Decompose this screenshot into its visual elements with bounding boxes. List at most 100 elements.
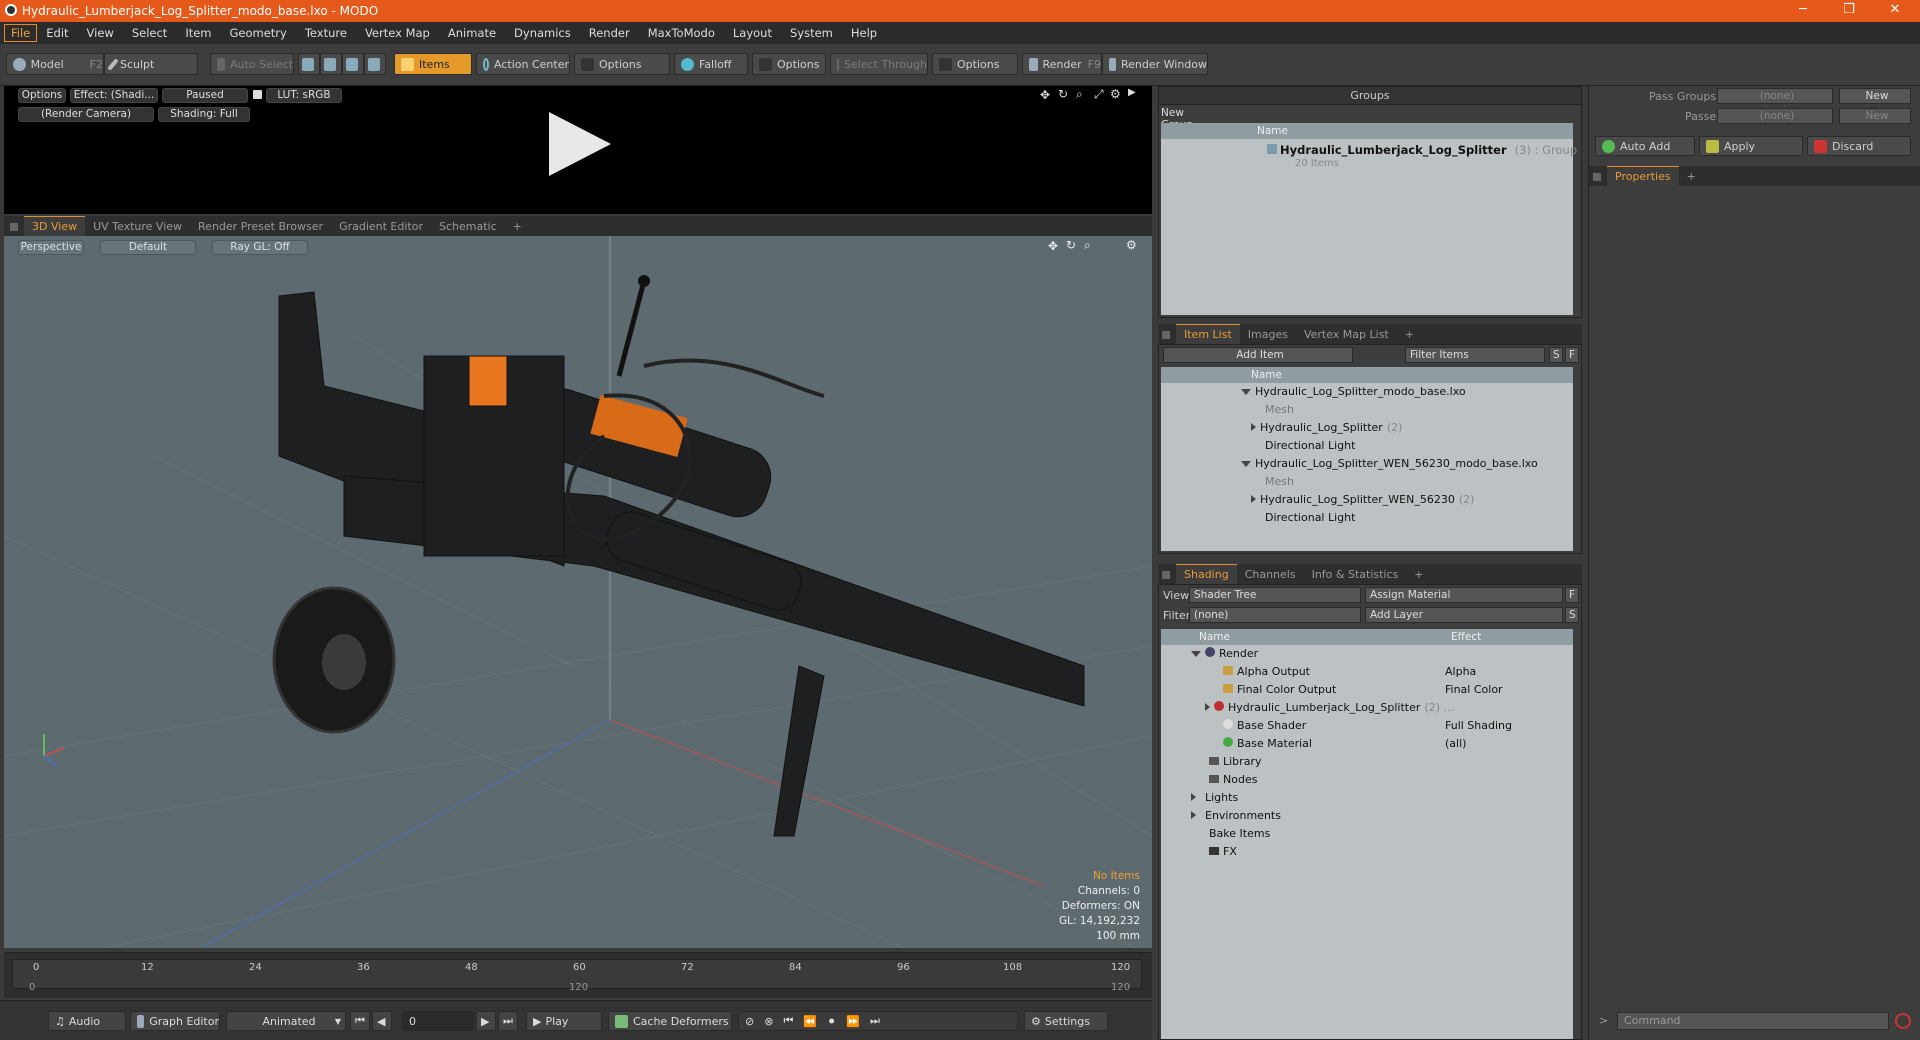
next-frame-button[interactable]: ▶	[476, 1011, 496, 1031]
tab-render-preset-browser[interactable]: Render Preset Browser	[190, 217, 331, 236]
timeline[interactable]: 0 12 24 36 48 60 72 84 96 108 120 0 120 …	[4, 952, 1152, 998]
auto-add-button[interactable]: Auto Add	[1595, 136, 1695, 156]
tab-channels[interactable]: Channels	[1237, 565, 1304, 584]
rotate-icon[interactable]: ↻	[1066, 238, 1076, 252]
view-dropdown[interactable]: Shader Tree	[1189, 587, 1361, 603]
perspective-dropdown[interactable]: Perspective	[18, 240, 84, 255]
passes-dropdown[interactable]: (none)	[1717, 108, 1833, 124]
tab-vertex-map-list[interactable]: Vertex Map List	[1296, 325, 1397, 344]
select-through-button[interactable]: Select Through	[830, 53, 928, 75]
menu-file[interactable]: File	[4, 24, 38, 42]
item-list[interactable]: Name Hydraulic_Log_Splitter_modo_base.lx…	[1161, 367, 1573, 551]
stop-icon[interactable]	[1895, 1013, 1911, 1029]
shader-row[interactable]: Final Color Output	[1223, 681, 1336, 699]
list-item[interactable]: Directional Light	[1265, 437, 1355, 455]
prev-frame-button[interactable]: ◀	[372, 1011, 392, 1031]
new-pass-group-button[interactable]: New	[1839, 88, 1911, 104]
model-button[interactable]: Model F2	[6, 53, 104, 75]
play-button[interactable]: ▶ Play	[526, 1011, 602, 1031]
menu-edit[interactable]: Edit	[37, 26, 77, 40]
play-icon[interactable]	[549, 112, 611, 176]
assign-material-dropdown[interactable]: Assign Material	[1365, 587, 1563, 603]
shader-row[interactable]: Lights	[1191, 789, 1238, 807]
list-item[interactable]: Mesh	[1265, 401, 1294, 419]
graph-editor-button[interactable]: Graph Editor	[130, 1011, 220, 1031]
list-item[interactable]: Mesh	[1265, 473, 1294, 491]
shader-tree[interactable]: Name Effect Render Alpha Output Final Col…	[1161, 629, 1573, 1039]
add-layer-dropdown[interactable]: Add Layer	[1365, 607, 1563, 623]
shader-row[interactable]: Base Shader	[1223, 717, 1306, 735]
tab-add[interactable]: +	[505, 217, 530, 236]
menu-animate[interactable]: Animate	[439, 26, 505, 40]
tab-add[interactable]: +	[1406, 565, 1431, 584]
menu-item[interactable]: Item	[176, 26, 220, 40]
shader-row[interactable]: Nodes	[1209, 771, 1257, 789]
go-end-button[interactable]: ⏭	[498, 1011, 518, 1031]
menu-system[interactable]: System	[781, 26, 842, 40]
raygl-dropdown[interactable]: Ray GL: Off	[212, 240, 308, 255]
select-options-button[interactable]: Options	[932, 53, 1018, 75]
preview-effect-dropdown[interactable]: Effect: (Shadi...	[70, 88, 158, 103]
panel-menu-icon[interactable]	[1162, 331, 1170, 339]
restore-icon[interactable]: ❐	[1826, 0, 1872, 22]
list-item[interactable]: Hydraulic_Log_Splitter_modo_base.lxo	[1241, 383, 1466, 401]
menu-geometry[interactable]: Geometry	[221, 26, 296, 40]
animated-dropdown[interactable]: Animated ▼	[226, 1011, 346, 1031]
menu-maxtomodo[interactable]: MaxToModo	[639, 26, 724, 40]
shader-row[interactable]: Hydraulic_Lumberjack_Log_Splitter (2) ...	[1205, 699, 1454, 717]
tab-shading[interactable]: Shading	[1176, 564, 1237, 584]
minimize-icon[interactable]: ─	[1780, 0, 1826, 22]
menu-help[interactable]: Help	[842, 26, 886, 40]
filter-items-input[interactable]: Filter Items	[1405, 347, 1545, 363]
pass-groups-dropdown[interactable]: (none)	[1717, 88, 1833, 104]
new-group-button[interactable]: New Group	[1161, 107, 1215, 131]
apply-button[interactable]: Apply	[1699, 136, 1803, 156]
shader-row[interactable]: Environments	[1191, 807, 1281, 825]
preview-paused-button[interactable]: Paused	[162, 88, 248, 103]
effect-cell[interactable]: Full Shading	[1445, 717, 1512, 735]
new-pass-button[interactable]: New	[1839, 108, 1911, 124]
groups-list[interactable]: Name Hydraulic_Lumberjack_Log_Splitter (…	[1161, 123, 1577, 315]
timeline-ruler[interactable]: 0 12 24 36 48 60 72 84 96 108 120 0 120 …	[12, 959, 1142, 993]
filter-dropdown[interactable]: (none)	[1189, 607, 1361, 623]
move-icon[interactable]: ✥	[1048, 239, 1058, 253]
tab-uv-texture-view[interactable]: UV Texture View	[85, 217, 190, 236]
panel-menu-icon[interactable]	[1162, 571, 1170, 579]
key-tools[interactable]: ⊘ ⊗ ⏮ ⏪ ⚫ ⏩ ⏭	[738, 1011, 1018, 1031]
menu-vertex-map[interactable]: Vertex Map	[356, 26, 439, 40]
effect-cell[interactable]: Final Color	[1445, 681, 1503, 699]
tab-info-statistics[interactable]: Info & Statistics	[1304, 565, 1407, 584]
menu-select[interactable]: Select	[123, 26, 176, 40]
preview-lut-dropdown[interactable]: LUT: sRGB	[266, 88, 342, 103]
shader-row[interactable]: Alpha Output	[1223, 663, 1310, 681]
shader-row[interactable]: Base Material	[1223, 735, 1312, 753]
maximize-icon[interactable]: ⤢	[1094, 87, 1104, 102]
auto-select-button[interactable]: Auto Select	[210, 53, 294, 75]
f-button[interactable]: F	[1565, 587, 1579, 603]
effect-cell[interactable]: Alpha	[1445, 663, 1476, 681]
panel-menu-icon[interactable]	[1593, 173, 1601, 181]
tab-3d-view[interactable]: 3D View	[24, 216, 86, 236]
preview-options-button[interactable]: Options	[18, 88, 66, 103]
tab-add[interactable]: +	[1397, 325, 1422, 344]
discard-button[interactable]: Discard	[1807, 136, 1911, 156]
menu-dynamics[interactable]: Dynamics	[505, 26, 580, 40]
preview-camera-dropdown[interactable]: (Render Camera)	[18, 107, 154, 122]
command-input[interactable]: Command	[1617, 1012, 1889, 1030]
items-button[interactable]: Items	[394, 53, 472, 75]
panel-menu-icon[interactable]	[10, 223, 18, 231]
render-window-button[interactable]: Render Window	[1102, 53, 1208, 75]
menu-layout[interactable]: Layout	[724, 26, 781, 40]
gear-icon[interactable]: ⚙	[1110, 87, 1121, 101]
falloff-options-button[interactable]: Options	[752, 53, 826, 75]
shader-row[interactable]: FX	[1209, 843, 1237, 861]
go-start-button[interactable]: ⏮	[350, 1011, 370, 1031]
material-mode-button[interactable]	[364, 53, 386, 75]
shader-row[interactable]: Bake Items	[1209, 825, 1270, 843]
zoom-icon[interactable]: ⌕	[1084, 238, 1091, 253]
tab-add[interactable]: +	[1679, 167, 1704, 186]
shader-row[interactable]: Render	[1191, 645, 1258, 663]
shader-row[interactable]: Library	[1209, 753, 1261, 771]
3d-viewport[interactable]: Perspective Default Ray GL: Off ✥ ↻ ⌕ ⚙ …	[4, 236, 1152, 948]
close-icon[interactable]: ✕	[1872, 0, 1918, 22]
